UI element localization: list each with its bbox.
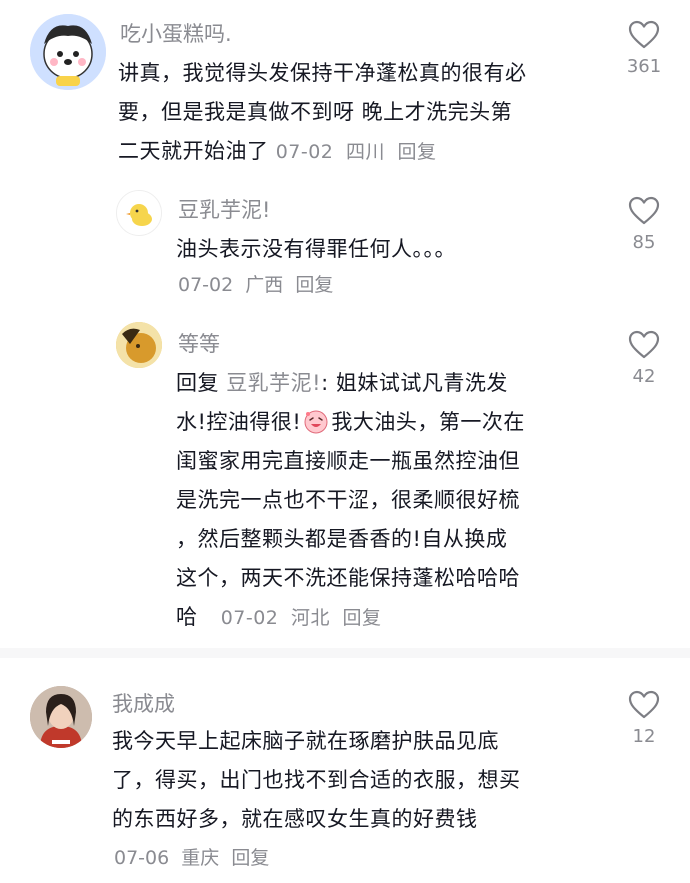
comment-line: 了，得买，出门也找不到合适的衣服，想买: [112, 768, 521, 792]
like-button[interactable]: 85: [614, 196, 674, 253]
avatar-cartoon-icon: [116, 322, 162, 368]
comment-line-text: : 姐妹试试凡青洗发: [321, 371, 508, 395]
avatar-duck-icon: [117, 191, 161, 235]
comment-line: 闺蜜家用完直接顺走一瓶虽然控油但: [176, 449, 520, 473]
comment-line: 二天就开始油了 07-02 四川 回复: [118, 132, 618, 172]
comment-line: 这个，两天不洗还能保持蓬松哈哈哈: [176, 566, 520, 590]
comment-line: 油头表示没有得罪任何人。。。: [176, 237, 456, 261]
comment-username[interactable]: 等等: [178, 330, 220, 358]
like-button[interactable]: 42: [614, 330, 674, 387]
comment-date: 07-02: [275, 141, 334, 163]
comment-line-text: 哈: [176, 605, 198, 629]
comment-location: 广西: [245, 274, 284, 296]
comment-body[interactable]: 回复 豆乳芋泥!: 姐妹试试凡青洗发 水!控油得很! 我大油头，第一次在 闺蜜家…: [176, 364, 606, 638]
like-button[interactable]: 361: [614, 20, 674, 77]
comment-line-text: 水!控油得很!: [176, 410, 302, 434]
comment-line: 的东西好多，就在感叹女生真的好费钱: [112, 807, 478, 831]
comment-line: 我今天早上起床脑子就在琢磨护肤品见底: [112, 729, 499, 753]
comment-line: 要，但是我是真做不到呀 晚上才洗完头第: [118, 100, 513, 124]
like-count: 12: [632, 726, 656, 747]
reply-button[interactable]: 回复: [398, 141, 437, 163]
comment-body[interactable]: 油头表示没有得罪任何人。。。: [176, 230, 606, 269]
comment-line: 哈 07-02 河北 回复: [176, 598, 606, 638]
like-count: 85: [632, 232, 656, 253]
comment-meta: 07-02 四川 回复: [276, 141, 443, 163]
reply-button[interactable]: 回复: [231, 847, 269, 869]
avatar-dog-icon: [30, 14, 106, 90]
like-count: 361: [626, 56, 662, 77]
comment-line: 讲真，我觉得头发保持干净蓬松真的很有必: [118, 61, 527, 85]
comment-line: 是洗完一点也不干涩，很柔顺很好梳: [176, 488, 520, 512]
section-divider: [0, 648, 690, 658]
reply-button[interactable]: 回复: [295, 274, 333, 296]
comment-line-text: 我大油头，第一次在: [331, 410, 525, 434]
reply-prefix: 回复: [176, 371, 219, 395]
heart-outline-icon: [628, 330, 660, 359]
reply-button[interactable]: 回复: [343, 607, 382, 629]
like-count: 42: [632, 366, 656, 387]
mention-link[interactable]: 豆乳芋泥!: [226, 371, 321, 395]
comment-location: 四川: [345, 141, 385, 163]
comment-location: 重庆: [181, 847, 220, 869]
heart-outline-icon: [628, 690, 660, 719]
comment-line: 回复 豆乳芋泥!: 姐妹试试凡青洗发: [176, 364, 606, 403]
comment-date: 07-06: [114, 847, 170, 869]
comment-date: 07-02: [220, 607, 279, 629]
avatar-photo-icon: [30, 686, 92, 748]
heart-outline-icon: [628, 196, 660, 225]
comment-username[interactable]: 豆乳芋泥!: [178, 196, 270, 224]
comment-line: 水!控油得很! 我大油头，第一次在: [176, 403, 606, 442]
comment-line-text: 二天就开始油了: [118, 139, 269, 163]
comment-meta: 07-02 河北 回复: [221, 607, 388, 629]
comment-date: 07-02: [178, 274, 234, 296]
like-button[interactable]: 12: [614, 690, 674, 747]
comment-body[interactable]: 我今天早上起床脑子就在琢磨护肤品见底 了，得买，出门也找不到合适的衣服，想买 的…: [112, 722, 612, 839]
comment-username[interactable]: 吃小蛋糕吗.: [120, 20, 232, 48]
comment-body[interactable]: 讲真，我觉得头发保持干净蓬松真的很有必 要，但是我是真做不到呀 晚上才洗完头第 …: [118, 54, 618, 172]
avatar[interactable]: [116, 322, 162, 368]
avatar[interactable]: [30, 686, 92, 748]
laughing-emoji-icon: [304, 410, 328, 434]
comment-meta: 07-02 广西 回复: [178, 274, 339, 296]
heart-outline-icon: [628, 20, 660, 49]
comment-line: ，然后整颗头都是香香的!自从换成: [176, 527, 508, 551]
comment-username[interactable]: 我成成: [112, 690, 175, 718]
comment-location: 河北: [290, 607, 330, 629]
avatar[interactable]: [30, 14, 106, 90]
comment-meta: 07-06 重庆 回复: [114, 847, 275, 869]
avatar[interactable]: [116, 190, 162, 236]
comment-list: 吃小蛋糕吗. 讲真，我觉得头发保持干净蓬松真的很有必 要，但是我是真做不到呀 晚…: [0, 0, 690, 883]
